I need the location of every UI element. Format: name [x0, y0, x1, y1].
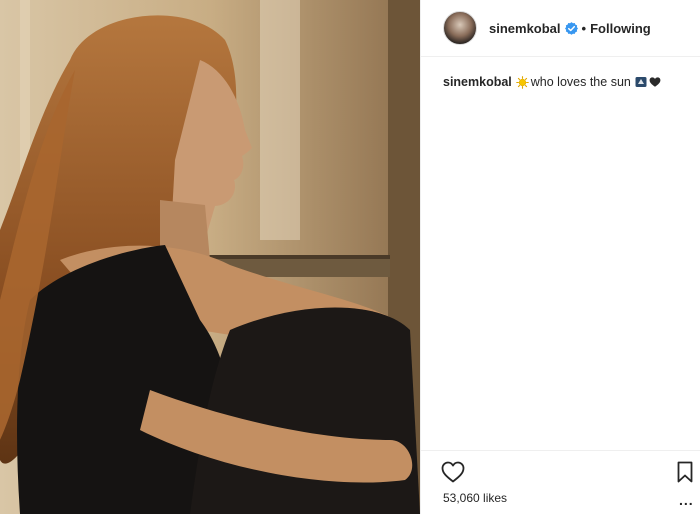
username-link[interactable]: sinemkobal	[489, 21, 561, 36]
heart-icon[interactable]	[441, 461, 465, 483]
sun-emoji-icon	[515, 75, 529, 89]
black-heart-icon	[649, 77, 661, 87]
post-actions: 53,060 likes ...	[421, 450, 700, 514]
caption-text: who loves the sun	[530, 75, 631, 89]
verified-badge-icon	[564, 21, 578, 35]
photo-illustration	[0, 0, 420, 514]
flag-emoji-icon	[635, 77, 647, 87]
post-photo[interactable]	[0, 0, 420, 514]
separator-dot: •	[581, 20, 587, 36]
following-button[interactable]: Following	[590, 21, 651, 36]
more-options-icon[interactable]: ...	[679, 493, 694, 507]
bookmark-icon[interactable]	[677, 461, 693, 483]
caption-username-link[interactable]: sinemkobal	[443, 73, 512, 91]
likes-count[interactable]: 53,060 likes	[443, 491, 507, 505]
post-caption: sinemkobal who loves the sun	[443, 73, 693, 91]
post-side-panel: sinemkobal • Following sinemkobal who lo…	[420, 0, 700, 514]
avatar[interactable]	[443, 11, 477, 45]
post-header: sinemkobal • Following	[421, 0, 700, 57]
